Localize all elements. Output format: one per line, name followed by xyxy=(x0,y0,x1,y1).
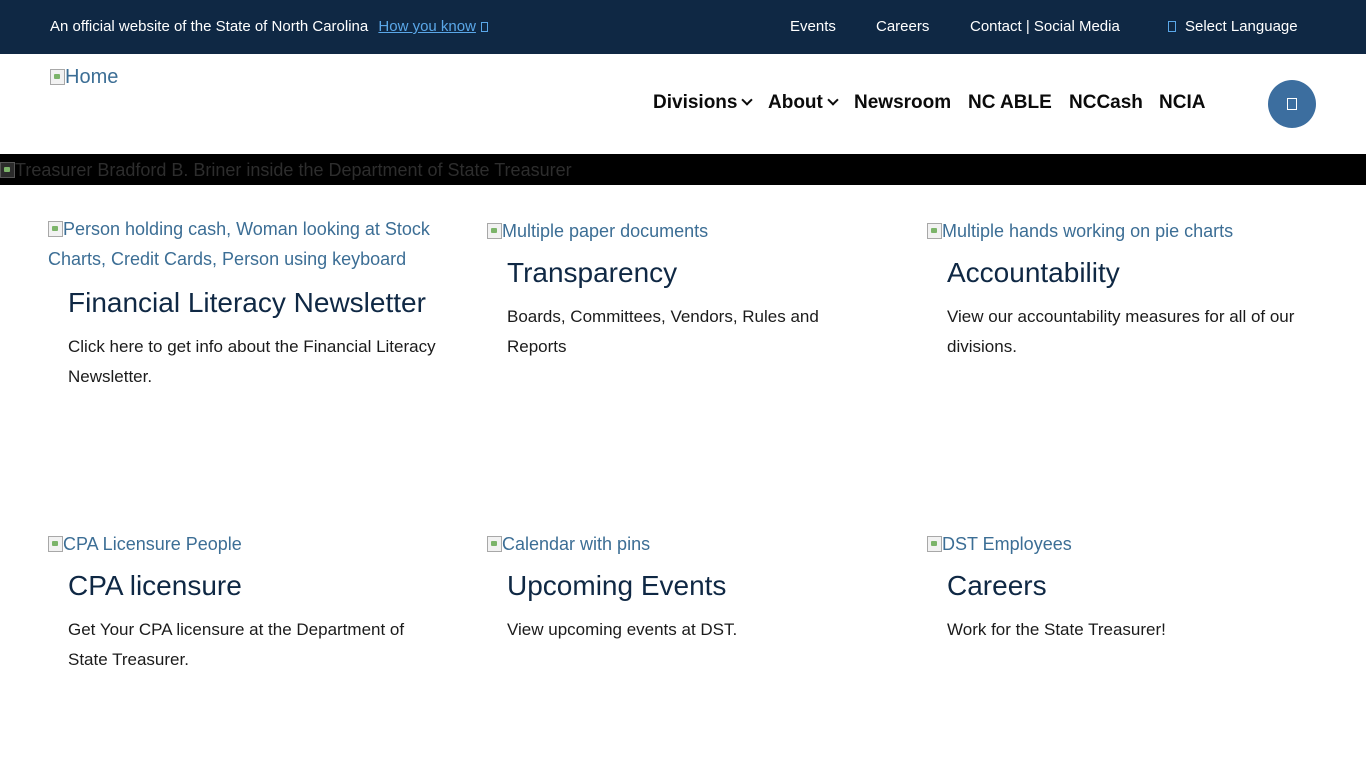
card-image-alt-text: Person holding cash, Woman looking at St… xyxy=(48,219,430,269)
official-banner: An official website of the State of Nort… xyxy=(0,0,1366,54)
card-description: Work for the State Treasurer! xyxy=(947,620,1166,639)
home-logo-alt: Home xyxy=(65,66,119,88)
hero-image: Treasurer Bradford B. Briner inside the … xyxy=(0,154,1366,185)
card-image-alt: CPA Licensure People xyxy=(48,529,418,559)
card-upcoming-events[interactable]: Calendar with pins Upcoming Events View … xyxy=(487,529,847,645)
how-you-know-label: How you know xyxy=(378,18,476,35)
official-text: An official website of the State of Nort… xyxy=(50,18,369,35)
card-accountability[interactable]: Multiple hands working on pie charts Acc… xyxy=(927,216,1297,362)
chevron-down-icon xyxy=(827,94,839,106)
broken-image-icon xyxy=(487,536,502,552)
card-image-alt: DST Employees xyxy=(927,529,1297,559)
card-title[interactable]: Accountability xyxy=(947,256,1297,290)
site-header: Home Divisions About Newsroom NC ABLE NC… xyxy=(0,54,1366,154)
nav-about-label: About xyxy=(768,92,823,113)
card-title[interactable]: Careers xyxy=(947,569,1297,603)
card-image-alt-text: Calendar with pins xyxy=(502,534,651,554)
card-image-alt: Multiple paper documents xyxy=(487,216,847,246)
card-image-alt: Person holding cash, Woman looking at St… xyxy=(48,214,438,274)
card-image-alt: Multiple hands working on pie charts xyxy=(927,216,1297,246)
hero-image-alt: Treasurer Bradford B. Briner inside the … xyxy=(0,160,572,181)
search-button[interactable] xyxy=(1268,80,1316,128)
broken-image-icon xyxy=(927,223,942,239)
broken-image-icon xyxy=(48,536,63,552)
select-language-button[interactable]: Select Language xyxy=(1168,18,1298,35)
nav-nc-able[interactable]: NC ABLE xyxy=(968,92,1052,114)
card-transparency[interactable]: Multiple paper documents Transparency Bo… xyxy=(487,216,847,362)
hero-image-alt-text: Treasurer Bradford B. Briner inside the … xyxy=(15,160,572,180)
card-title[interactable]: Transparency xyxy=(507,256,847,290)
broken-image-icon xyxy=(48,221,63,237)
card-cpa-licensure[interactable]: CPA Licensure People CPA licensure Get Y… xyxy=(48,529,418,675)
card-financial-literacy[interactable]: Person holding cash, Woman looking at St… xyxy=(48,214,438,392)
card-image-alt-text: CPA Licensure People xyxy=(63,534,242,554)
nav-newsroom[interactable]: Newsroom xyxy=(854,92,951,114)
select-language-label: Select Language xyxy=(1185,18,1298,35)
lock-box-icon xyxy=(480,22,488,32)
broken-image-icon xyxy=(927,536,942,552)
nav-divisions-label: Divisions xyxy=(653,92,738,113)
nav-nccash[interactable]: NCCash xyxy=(1069,92,1143,114)
chevron-down-icon xyxy=(741,94,754,106)
card-description: Get Your CPA licensure at the Department… xyxy=(68,620,405,669)
globe-icon xyxy=(1168,21,1176,32)
card-title[interactable]: Financial Literacy Newsletter xyxy=(68,286,438,320)
search-icon xyxy=(1287,98,1297,110)
utility-link-careers[interactable]: Careers xyxy=(876,18,929,35)
official-notice: An official website of the State of Nort… xyxy=(50,18,488,35)
card-description: View upcoming events at DST. xyxy=(507,620,738,639)
card-image-alt: Calendar with pins xyxy=(487,529,847,559)
card-image-alt-text: Multiple hands working on pie charts xyxy=(942,221,1234,241)
how-you-know-link[interactable]: How you know xyxy=(378,18,488,35)
card-careers[interactable]: DST Employees Careers Work for the State… xyxy=(927,529,1297,645)
broken-image-icon xyxy=(50,69,65,85)
nav-ncia[interactable]: NCIA xyxy=(1159,92,1205,114)
utility-link-events[interactable]: Events xyxy=(790,18,836,35)
card-title[interactable]: Upcoming Events xyxy=(507,569,847,603)
nav-divisions[interactable]: Divisions xyxy=(653,92,754,114)
card-image-alt-text: DST Employees xyxy=(942,534,1072,554)
card-image-alt-text: Multiple paper documents xyxy=(502,221,709,241)
home-logo-link[interactable]: Home xyxy=(50,66,118,89)
nav-about[interactable]: About xyxy=(768,92,839,114)
broken-image-icon xyxy=(487,223,502,239)
card-title[interactable]: CPA licensure xyxy=(68,569,418,603)
broken-image-icon xyxy=(0,162,15,178)
card-description: View our accountability measures for all… xyxy=(947,307,1295,356)
card-description: Boards, Committees, Vendors, Rules and R… xyxy=(507,307,819,356)
card-description: Click here to get info about the Financi… xyxy=(68,337,436,386)
utility-link-contact[interactable]: Contact | Social Media xyxy=(970,18,1120,35)
